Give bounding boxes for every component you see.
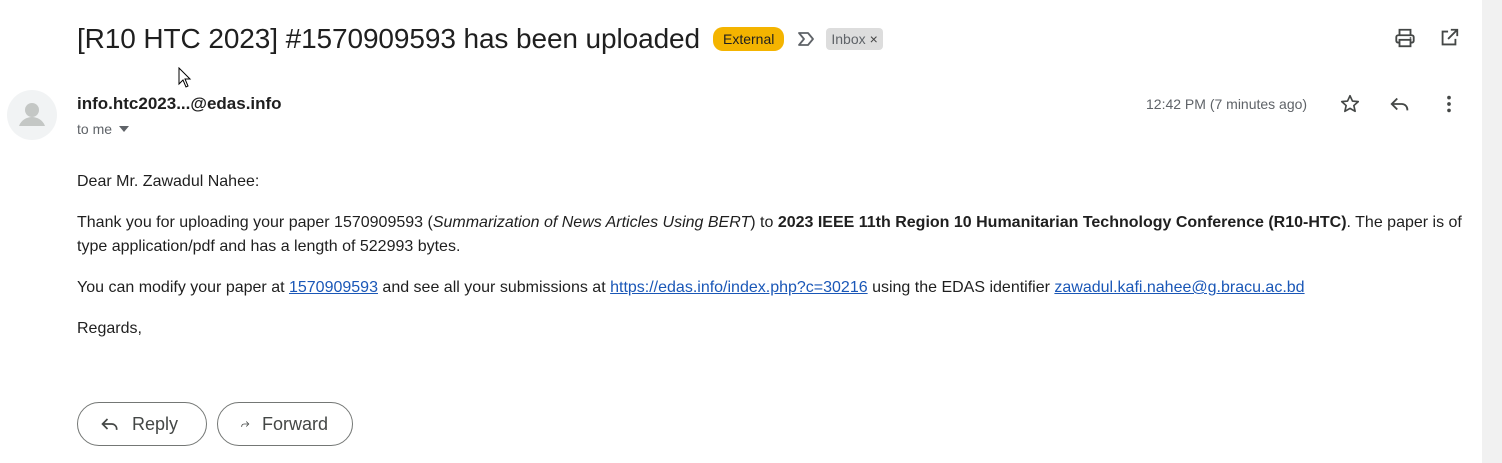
forward-button[interactable]: Forward (217, 402, 353, 446)
inbox-label-text: Inbox (831, 31, 866, 47)
person-icon (19, 103, 45, 126)
closing: Regards, (77, 320, 142, 337)
mouse-cursor-icon (178, 67, 192, 88)
recipient-label: to me (77, 121, 113, 137)
subject-row: [R10 HTC 2023] #1570909593 has been uplo… (77, 20, 883, 58)
print-icon[interactable] (1393, 26, 1417, 50)
email-subject: [R10 HTC 2023] #1570909593 has been uplo… (77, 23, 700, 54)
reply-icon (101, 418, 118, 430)
recipient-details[interactable]: to me (77, 121, 130, 137)
sender-address[interactable]: info.htc2023...@edas.info (77, 94, 282, 114)
importance-marker-icon[interactable] (796, 29, 816, 49)
para2-text-3: using the EDAS identifier (867, 279, 1055, 296)
reply-button[interactable]: Reply (77, 402, 207, 446)
more-vert-icon[interactable] (1437, 92, 1461, 116)
para1-text-2: ) to (750, 214, 778, 231)
scrollbar-track[interactable] (1482, 0, 1502, 463)
external-badge: External (713, 27, 785, 51)
paper-id-link[interactable]: 1570909593 (289, 279, 378, 296)
para2-text-1: You can modify your paper at (77, 279, 289, 296)
star-icon[interactable] (1338, 92, 1362, 116)
caret-down-icon[interactable] (118, 125, 130, 133)
open-in-new-window-icon[interactable] (1437, 26, 1461, 50)
para1-text-1: Thank you for uploading your paper 15709… (77, 214, 433, 231)
submissions-link[interactable]: https://edas.info/index.php?c=30216 (610, 279, 868, 296)
forward-icon (241, 421, 250, 427)
forward-label: Forward (261, 413, 328, 434)
email-body: Dear Mr. Zawadul Nahee: Thank you for up… (77, 170, 1462, 341)
email-timestamp: 12:42 PM (7 minutes ago) (1146, 96, 1308, 112)
reply-icon[interactable] (1388, 92, 1412, 116)
paper-title: Summarization of News Articles Using BER… (432, 214, 751, 231)
inbox-label: Inbox × (826, 28, 883, 50)
edas-identifier-link[interactable]: zawadul.kafi.nahee@g.bracu.ac.bd (1054, 279, 1304, 296)
remove-label-icon[interactable]: × (870, 30, 878, 48)
greeting: Dear Mr. Zawadul Nahee: (77, 173, 260, 190)
reply-label: Reply (132, 413, 179, 434)
avatar[interactable] (7, 90, 57, 140)
conference-name: 2023 IEEE 11th Region 10 Humanitarian Te… (777, 214, 1347, 231)
para2-text-2: and see all your submissions at (377, 279, 611, 296)
upload-confirmation-paragraph: Thank you for uploading your paper 15709… (77, 211, 1462, 259)
modify-paragraph: You can modify your paper at 1570909593 … (77, 276, 1462, 300)
